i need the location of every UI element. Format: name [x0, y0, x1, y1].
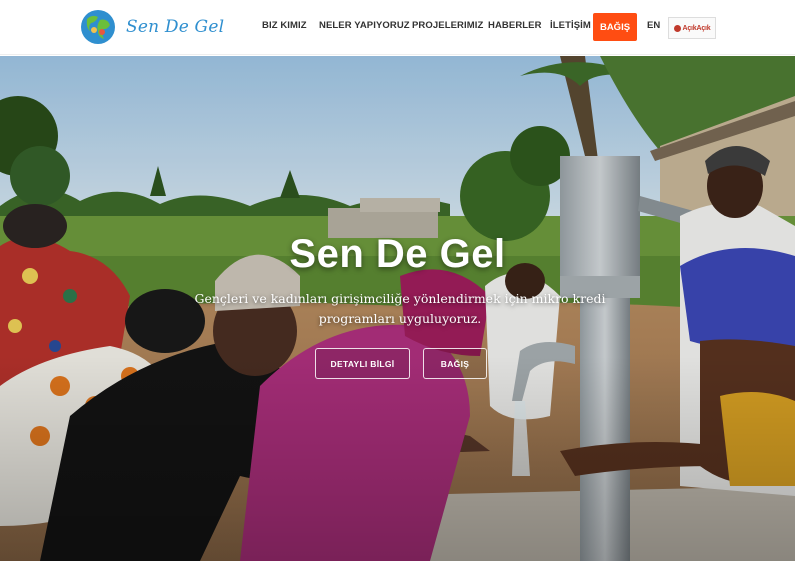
donate-button[interactable]: BAĞIŞ: [593, 13, 637, 41]
partner-logo-text: AçıkAçık: [682, 24, 711, 32]
language-switch[interactable]: EN: [647, 20, 660, 31]
nav-item-contact[interactable]: İLETİŞİM: [550, 20, 591, 31]
hero-section: Sen De Gel Gençleri ve kadınları girişim…: [0, 56, 795, 561]
nav-item-what-we-do[interactable]: NELER YAPIYORUZ: [319, 20, 410, 31]
logo-wordmark: Sen De Gel: [126, 17, 225, 37]
nav-item-projects[interactable]: PROJELERIMIZ: [412, 20, 483, 31]
nav-item-who-we-are[interactable]: BIZ KIMIZ: [262, 20, 307, 31]
hero-donate-button[interactable]: BAĞIŞ: [423, 348, 487, 379]
partner-mark-icon: [673, 24, 681, 32]
hero-subtitle: Gençleri ve kadınları girişimciliğe yönl…: [194, 291, 606, 326]
site-header: Sen De Gel BIZ KIMIZ NELER YAPIYORUZ PRO…: [0, 0, 795, 55]
hero-title: Sen De Gel: [289, 232, 506, 276]
more-info-button[interactable]: DETAYLI BİLGİ: [315, 348, 410, 379]
page-bottom-edge: [0, 561, 795, 566]
nav-item-news[interactable]: HABERLER: [488, 20, 542, 31]
partner-logo[interactable]: AçıkAçık: [668, 17, 716, 39]
site-logo[interactable]: Sen De Gel: [79, 8, 224, 46]
globe-icon: [81, 10, 115, 44]
